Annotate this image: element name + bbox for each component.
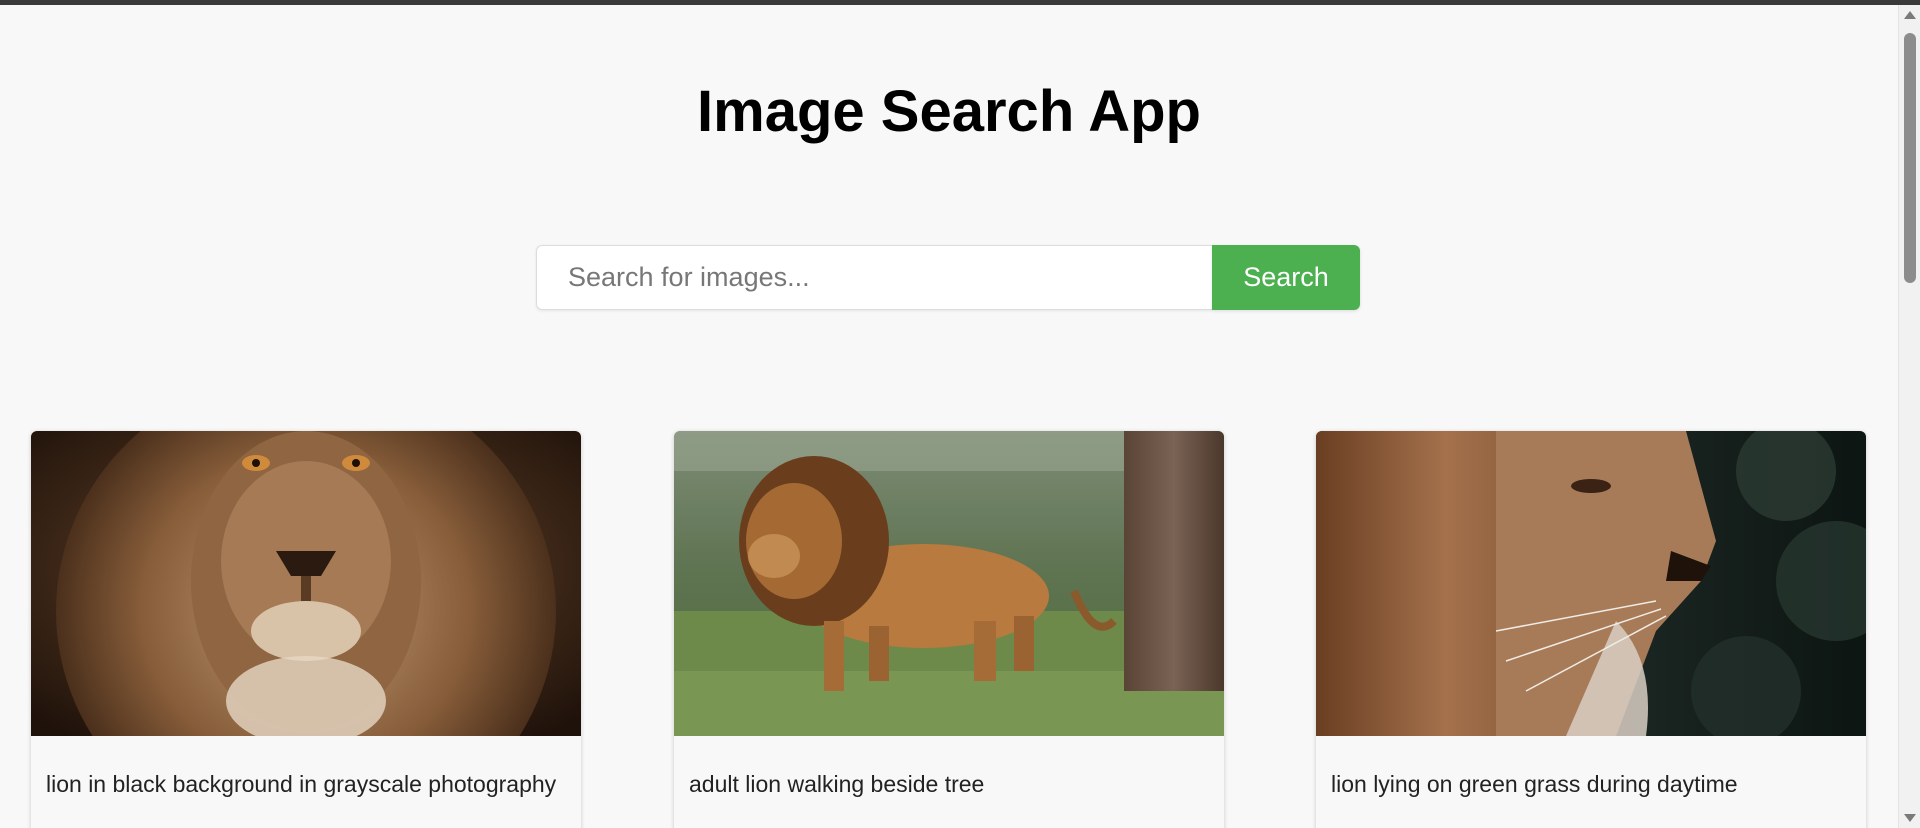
search-input[interactable] — [536, 245, 1212, 310]
result-caption: adult lion walking beside tree — [689, 771, 985, 797]
vertical-scrollbar[interactable] — [1898, 5, 1920, 828]
result-image-lion-walking[interactable] — [674, 431, 1224, 736]
page-title: Image Search App — [697, 79, 1201, 144]
scroll-down-arrow-icon[interactable] — [1899, 808, 1920, 828]
result-caption: lion lying on green grass during daytime — [1331, 771, 1738, 797]
result-card[interactable]: lion lying on green grass during daytime — [1316, 431, 1866, 828]
result-card[interactable]: lion in black background in grayscale ph… — [31, 431, 581, 828]
search-bar: Search — [536, 245, 1360, 310]
page: Image Search App Search for images... Se… — [0, 5, 1898, 828]
search-button[interactable]: Search — [1212, 245, 1360, 310]
result-caption: lion in black background in grayscale ph… — [46, 771, 557, 797]
scroll-up-arrow-icon[interactable] — [1899, 5, 1920, 25]
result-card[interactable]: adult lion walking beside tree — [674, 431, 1224, 828]
scrollbar-thumb[interactable] — [1904, 33, 1916, 283]
result-image-lion-profile[interactable] — [1316, 431, 1866, 736]
result-image-lion-portrait[interactable] — [31, 431, 581, 736]
